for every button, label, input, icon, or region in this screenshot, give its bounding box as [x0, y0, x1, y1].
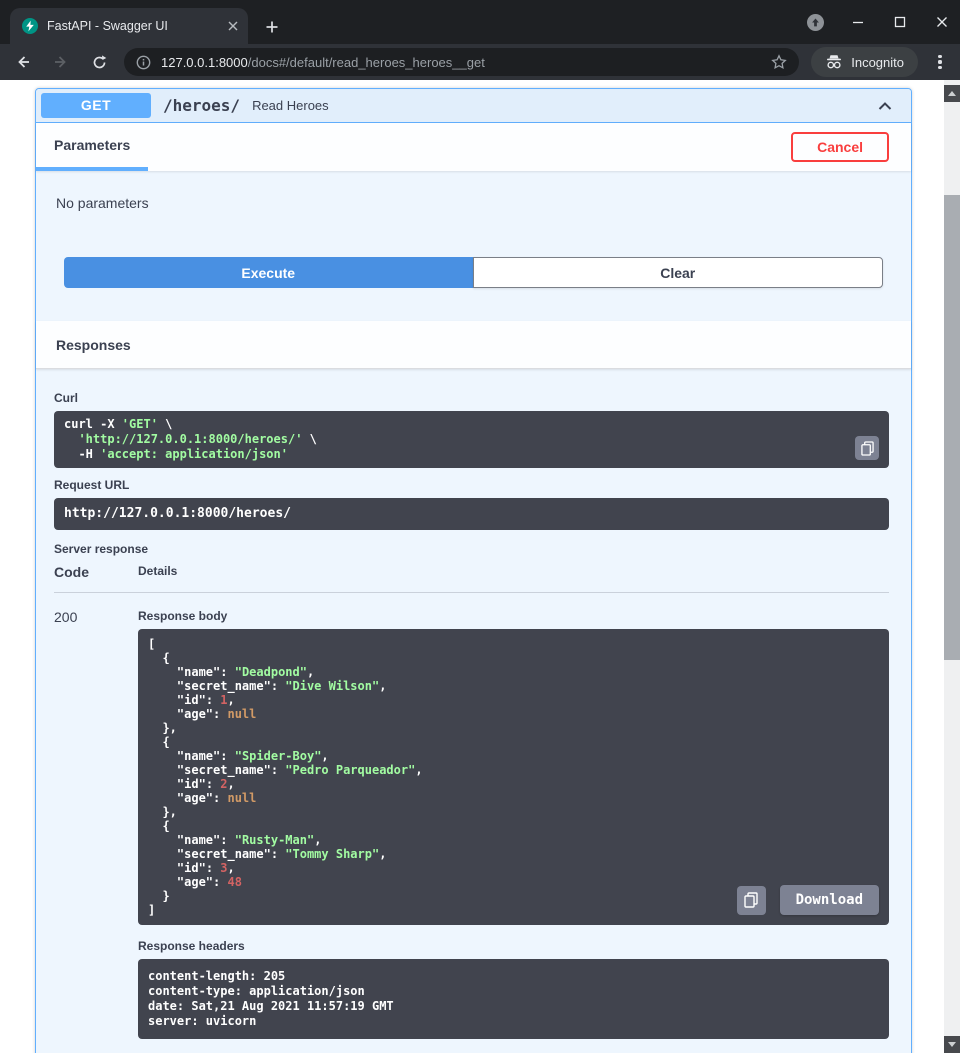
tab-parameters[interactable]: Parameters — [36, 123, 148, 171]
maximize-button[interactable] — [892, 14, 908, 30]
url-bar[interactable]: 127.0.0.1:8000/docs#/default/read_heroes… — [124, 48, 799, 76]
code-column-header: Code — [54, 564, 138, 580]
window-controls — [807, 0, 950, 44]
execute-button[interactable]: Execute — [64, 257, 473, 288]
details-column-header: Details — [138, 564, 177, 580]
opblock-get-heroes: GET /heroes/ Read Heroes Parameters Canc… — [35, 88, 912, 1053]
response-body-actions: Download — [737, 885, 879, 915]
response-row-200: 200 Response body [ { "name": "Deadpond"… — [54, 593, 889, 1039]
parameters-header: Parameters Cancel — [36, 123, 911, 171]
browser-tab[interactable]: FastAPI - Swagger UI — [10, 8, 248, 44]
url-path: /docs#/default/read_heroes_heroes__get — [248, 55, 485, 70]
responses-header: Responses — [36, 321, 911, 369]
parameters-tab-label: Parameters — [54, 137, 130, 153]
star-icon[interactable] — [771, 54, 787, 70]
no-parameters-text: No parameters — [36, 171, 911, 245]
close-button[interactable] — [934, 14, 950, 30]
operation-summary: Read Heroes — [252, 98, 329, 113]
tab-close-icon[interactable] — [228, 21, 238, 31]
responses-title: Responses — [56, 337, 131, 353]
reload-icon[interactable] — [86, 49, 112, 75]
status-code: 200 — [54, 609, 138, 1039]
request-url-text: http://127.0.0.1:8000/heroes/ — [64, 506, 879, 522]
fastapi-favicon-icon — [22, 18, 38, 34]
page-scrollbar[interactable] — [944, 80, 960, 1053]
curl-command-text: curl -X 'GET' \ 'http://127.0.0.1:8000/h… — [64, 417, 879, 462]
response-table-header: Code Details — [54, 564, 889, 593]
response-details: Response body [ { "name": "Deadpond", "s… — [138, 609, 889, 1039]
scrollbar-thumb[interactable] — [944, 195, 960, 660]
three-dots-menu-icon[interactable] — [930, 49, 950, 75]
tab-title: FastAPI - Swagger UI — [47, 19, 219, 33]
back-arrow-icon[interactable] — [10, 49, 36, 75]
server-response-label: Server response — [54, 542, 889, 556]
opblock-summary[interactable]: GET /heroes/ Read Heroes — [36, 89, 911, 123]
url-text: 127.0.0.1:8000/docs#/default/read_heroes… — [161, 55, 761, 70]
browser-toolbar: 127.0.0.1:8000/docs#/default/read_heroes… — [0, 44, 960, 80]
new-tab-button[interactable] — [260, 15, 284, 39]
curl-label: Curl — [54, 391, 889, 405]
incognito-label: Incognito — [851, 55, 904, 70]
scrollbar-down-arrow[interactable] — [944, 1036, 960, 1053]
scrollbar-up-arrow[interactable] — [944, 85, 960, 102]
url-host: 127.0.0.1:8000 — [161, 55, 248, 70]
copy-response-button[interactable] — [737, 886, 766, 915]
operation-path: /heroes/ — [163, 96, 240, 115]
incognito-badge: Incognito — [811, 47, 918, 77]
chevron-up-icon[interactable] — [875, 96, 895, 116]
cancel-button[interactable]: Cancel — [791, 132, 889, 162]
info-icon[interactable] — [136, 55, 151, 70]
method-badge: GET — [41, 93, 151, 118]
curl-block: curl -X 'GET' \ 'http://127.0.0.1:8000/h… — [54, 411, 889, 468]
request-url-block: http://127.0.0.1:8000/heroes/ — [54, 498, 889, 530]
download-button[interactable]: Download — [780, 885, 879, 915]
forward-arrow-icon[interactable] — [48, 49, 74, 75]
response-headers-block: content-length: 205content-type: applica… — [138, 959, 889, 1039]
response-body-block: [ { "name": "Deadpond", "secret_name": "… — [138, 629, 889, 925]
response-body-label: Response body — [138, 609, 889, 623]
copy-curl-button[interactable] — [855, 436, 879, 460]
minimize-button[interactable] — [850, 14, 866, 30]
swagger-page: GET /heroes/ Read Heroes Parameters Canc… — [0, 80, 944, 1053]
responses-inner: Curl curl -X 'GET' \ 'http://127.0.0.1:8… — [36, 369, 911, 1053]
response-headers-text: content-length: 205content-type: applica… — [148, 969, 879, 1029]
response-headers-label: Response headers — [138, 939, 889, 953]
incognito-spy-icon — [825, 54, 843, 70]
clear-button[interactable]: Clear — [473, 257, 884, 288]
update-circle-icon[interactable] — [807, 14, 824, 31]
request-url-label: Request URL — [54, 478, 889, 492]
browser-titlebar: FastAPI - Swagger UI — [0, 0, 960, 44]
execute-row: Execute Clear — [36, 245, 911, 321]
response-body-json: [ { "name": "Deadpond", "secret_name": "… — [148, 637, 879, 917]
